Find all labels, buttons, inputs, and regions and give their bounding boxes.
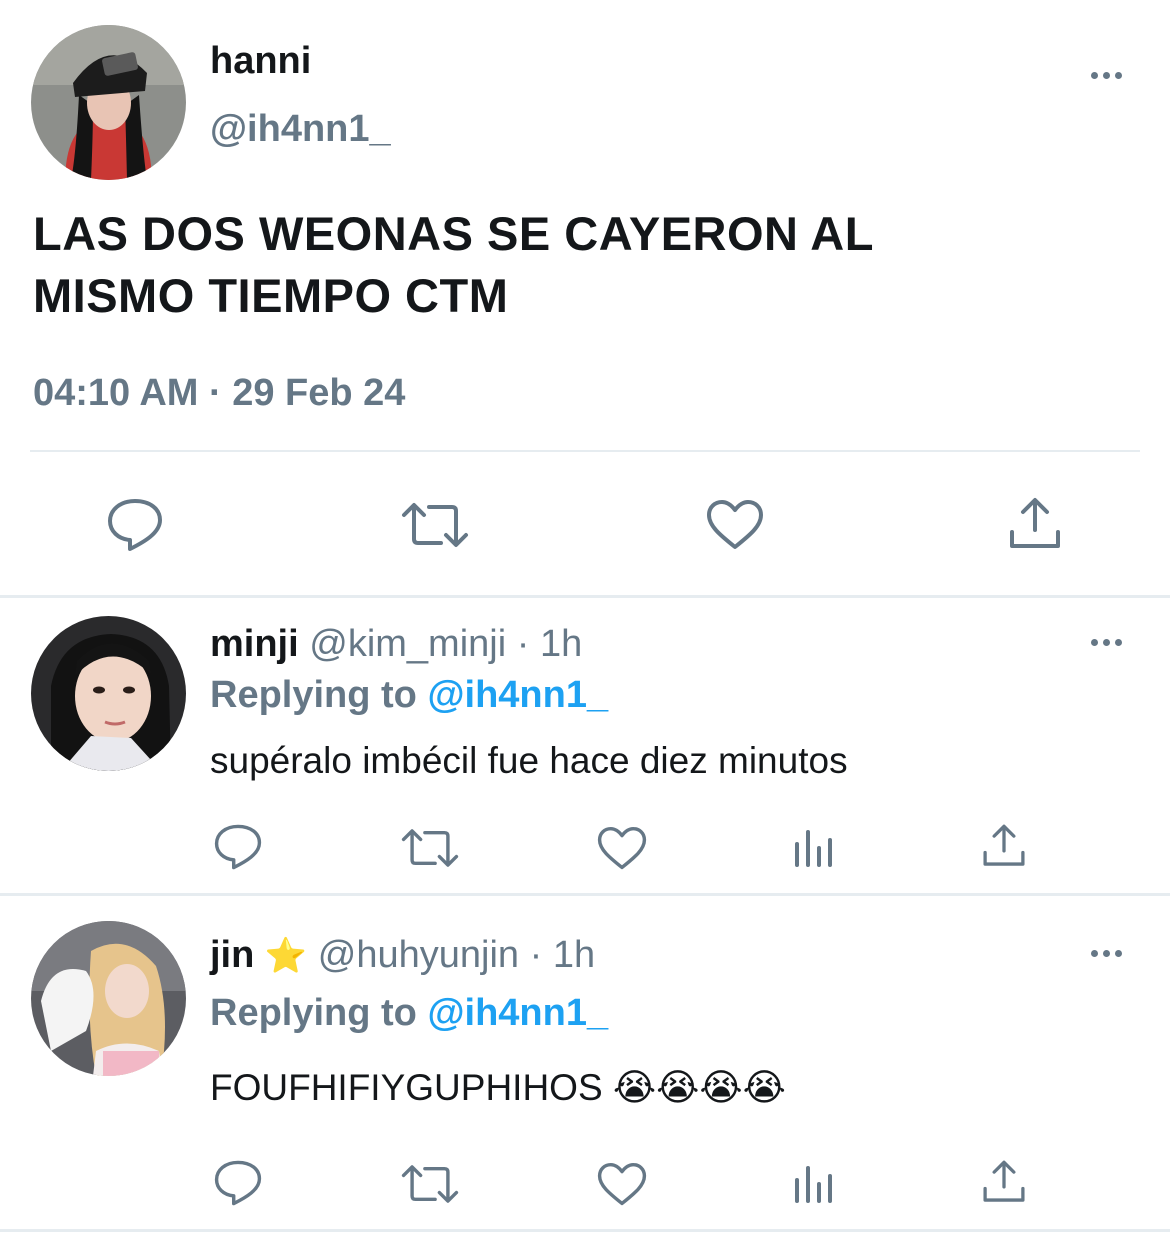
avatar[interactable] bbox=[31, 921, 186, 1076]
tweet-text: LAS DOS WEONAS SE CAYERON AL MISMO TIEMP… bbox=[33, 207, 874, 322]
analytics-icon[interactable] bbox=[790, 1162, 836, 1206]
author-name[interactable]: hanni bbox=[210, 40, 311, 83]
like-icon[interactable] bbox=[596, 824, 648, 872]
share-icon[interactable] bbox=[1006, 495, 1064, 553]
divider bbox=[30, 450, 1140, 452]
author-name[interactable]: jin bbox=[210, 934, 254, 976]
tweet-time: 04:10 AM bbox=[33, 372, 199, 414]
replying-label: Replying to bbox=[210, 674, 417, 716]
replying-to: Replying to @ih4nn1_ bbox=[210, 674, 608, 717]
separator: · bbox=[516, 623, 530, 665]
avatar[interactable] bbox=[31, 25, 186, 180]
share-icon[interactable] bbox=[980, 1158, 1028, 1206]
author-handle[interactable]: @huhyunjin bbox=[318, 934, 519, 976]
retweet-icon[interactable] bbox=[400, 500, 470, 550]
separator: · bbox=[209, 372, 222, 414]
star-badge-icon: ⭐ bbox=[264, 937, 308, 975]
reply-icon[interactable] bbox=[212, 1158, 264, 1208]
reply-text: FOUFHIFIYGUPHIHOS 😭😭😭😭 bbox=[210, 1067, 786, 1108]
reply-header: minji @kim_minji · 1h bbox=[210, 623, 582, 666]
like-icon[interactable] bbox=[705, 497, 765, 552]
author-handle[interactable]: @ih4nn1_ bbox=[210, 108, 391, 151]
more-options-icon[interactable] bbox=[1086, 65, 1126, 85]
reply-time[interactable]: 1h bbox=[540, 623, 582, 665]
author-handle[interactable]: @kim_minji bbox=[309, 623, 506, 665]
more-options-icon[interactable] bbox=[1086, 943, 1126, 963]
avatar[interactable] bbox=[31, 616, 186, 771]
reply-text: supéralo imbécil fue hace diez minutos bbox=[210, 740, 848, 781]
reply-icon[interactable] bbox=[104, 495, 166, 555]
replying-to: Replying to @ih4nn1_ bbox=[210, 992, 608, 1035]
replying-mention[interactable]: @ih4nn1_ bbox=[427, 992, 608, 1034]
replying-mention[interactable]: @ih4nn1_ bbox=[427, 674, 608, 716]
divider bbox=[0, 595, 1170, 598]
reply-time[interactable]: 1h bbox=[553, 934, 595, 976]
tweet-timestamp[interactable]: 04:10 AM · 29 Feb 24 bbox=[33, 372, 405, 415]
share-icon[interactable] bbox=[980, 822, 1028, 870]
retweet-icon[interactable] bbox=[400, 826, 460, 870]
tweet-date: 29 Feb 24 bbox=[232, 372, 406, 414]
reply-icon[interactable] bbox=[212, 822, 264, 872]
retweet-icon[interactable] bbox=[400, 1162, 460, 1206]
divider bbox=[0, 1229, 1170, 1232]
divider bbox=[0, 893, 1170, 896]
like-icon[interactable] bbox=[596, 1160, 648, 1208]
author-name[interactable]: minji bbox=[210, 623, 299, 665]
analytics-icon[interactable] bbox=[790, 826, 836, 870]
reply-header: jin ⭐ @huhyunjin · 1h bbox=[210, 934, 595, 977]
separator: · bbox=[529, 934, 543, 976]
more-options-icon[interactable] bbox=[1086, 632, 1126, 652]
replying-label: Replying to bbox=[210, 992, 417, 1034]
